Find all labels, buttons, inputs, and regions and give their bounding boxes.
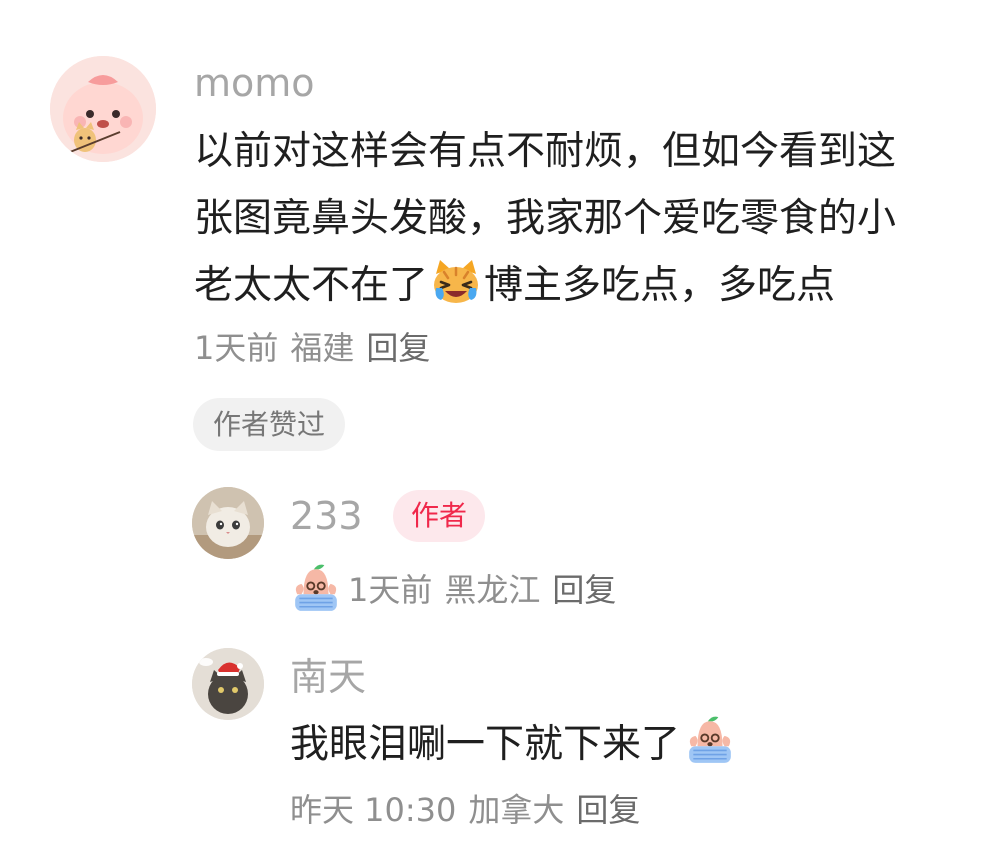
avatar[interactable] [50, 56, 156, 162]
crying-peach-emoji-icon [295, 564, 337, 611]
comment-text-segment: 老太太不在了 [194, 263, 429, 308]
author-badge: 作者 [393, 490, 486, 542]
reply-meta: 1天前 黑龙江 回复 [288, 563, 616, 613]
reply-time: 昨天 10:30 [290, 791, 457, 829]
comment-text-line: 以前对这样会有点不耐烦，但如今看到这 [194, 129, 897, 174]
author-liked-badge: 作者赞过 [193, 398, 346, 451]
reply-time: 1天前 [348, 571, 433, 609]
crying-cat-emoji-icon [434, 260, 479, 303]
reply-button[interactable]: 回复 [366, 329, 430, 367]
reply-location: 加拿大 [468, 791, 565, 829]
cat-photo-avatar-image [192, 487, 264, 559]
reply-username[interactable]: 233 [290, 497, 363, 535]
comment-location: 福建 [290, 329, 355, 367]
crying-peach-emoji-icon [689, 716, 731, 763]
comment-text-segment: 博主多吃点，多吃点 [484, 263, 836, 308]
comment-text-line: 老太太不在了 博主多吃点，多吃点 [194, 253, 835, 319]
cartoon-avatar-image [50, 56, 156, 162]
reply-location: 黑龙江 [444, 571, 541, 609]
avatar[interactable] [192, 648, 264, 720]
reply-meta: 昨天 10:30 加拿大 回复 [290, 794, 640, 826]
reply-button[interactable]: 回复 [576, 791, 640, 829]
comment-time: 1天前 [194, 329, 279, 367]
comment-text-line: 张图竟鼻头发酸，我家那个爱吃零食的小 [194, 196, 897, 241]
comment-username[interactable]: momo [194, 64, 315, 102]
reply-username[interactable]: 南天 [290, 658, 366, 696]
avatar[interactable] [192, 487, 264, 559]
comment-meta: 1天前 福建 回复 [194, 332, 430, 364]
reply-button[interactable]: 回复 [552, 571, 616, 609]
reply-text: 我眼泪唰一下就下来了 [290, 712, 740, 778]
cat-photo-avatar-image [192, 648, 264, 720]
reply-text-segment: 我眼泪唰一下就下来了 [290, 722, 681, 767]
